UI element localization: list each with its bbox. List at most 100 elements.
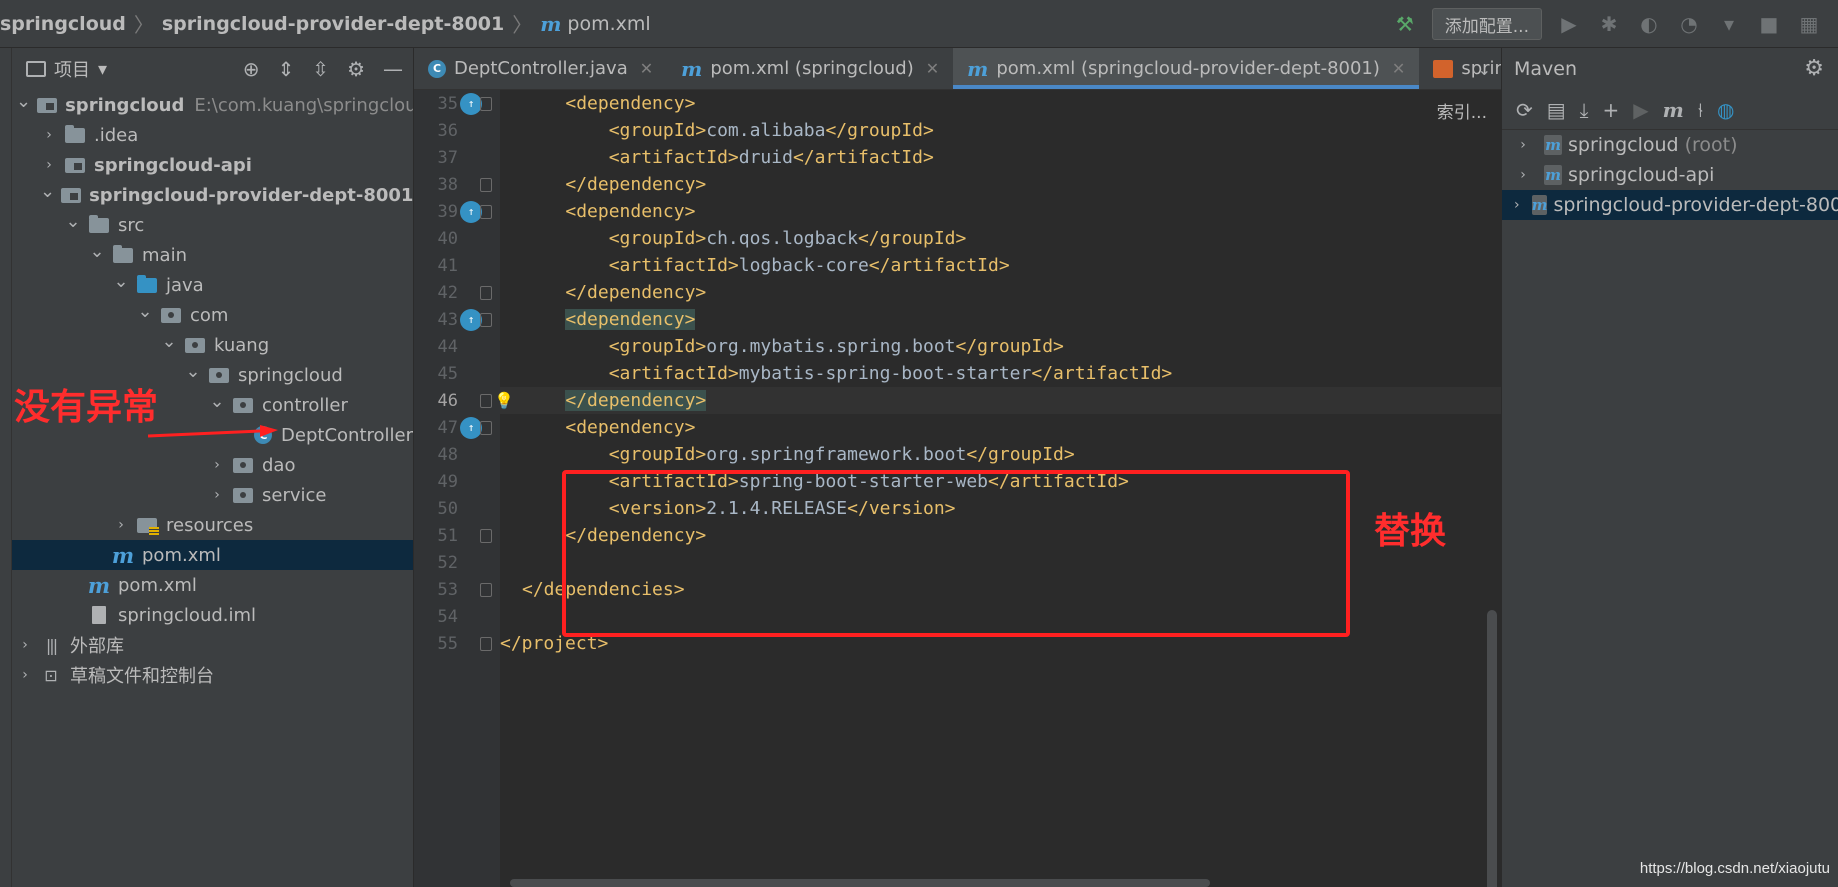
- override-marker-icon[interactable]: ↑: [460, 308, 482, 331]
- debug-icon[interactable]: ✱: [1596, 11, 1622, 37]
- code-line[interactable]: 46 💡 </dependency>: [438, 387, 1501, 414]
- tabs-overflow-chevron-icon[interactable]: ⌄: [1478, 48, 1491, 90]
- fold-marker-icon[interactable]: [480, 96, 492, 111]
- tree-item[interactable]: ⌄ java: [12, 270, 413, 300]
- editor-tab[interactable]: m pom.xml (springcloud-provider-dept-8001…: [953, 48, 1420, 89]
- code-line[interactable]: 39 ↑ <dependency>: [438, 198, 1501, 225]
- chevron-right-icon[interactable]: ›: [1514, 197, 1520, 213]
- project-view-selector[interactable]: 项目 ▾: [26, 56, 107, 82]
- chevron-down-icon[interactable]: ⌄: [88, 241, 106, 262]
- close-icon[interactable]: ✕: [926, 59, 939, 78]
- code-line[interactable]: 45 <artifactId> mybatis-spring-boot-start…: [438, 360, 1501, 387]
- chevron-right-icon[interactable]: ›: [40, 157, 58, 173]
- fold-marker-icon[interactable]: [480, 393, 492, 408]
- toggle-offline-icon[interactable]: ⫮: [1698, 98, 1703, 122]
- code-line[interactable]: 47 ↑ <dependency>: [438, 414, 1501, 441]
- code-line[interactable]: 35 ↑ <dependency>: [438, 90, 1501, 117]
- breadcrumb-project[interactable]: springcloud: [0, 13, 126, 35]
- profile-icon[interactable]: ◔: [1676, 11, 1702, 37]
- chevron-down-icon[interactable]: ⌄: [16, 91, 31, 112]
- intention-bulb-icon[interactable]: 💡: [494, 391, 514, 410]
- tree-item[interactable]: › .idea: [12, 120, 413, 150]
- tree-item[interactable]: ⌄ springcloud-provider-dept-8001: [12, 180, 413, 210]
- close-icon[interactable]: ✕: [640, 59, 653, 78]
- code-line[interactable]: 42 </dependency>: [438, 279, 1501, 306]
- tree-item[interactable]: ⌄ springcloud E:\com.kuang\springcloud: [12, 90, 413, 120]
- add-configuration-button[interactable]: 添加配置...: [1431, 8, 1542, 40]
- horizontal-scrollbar[interactable]: [510, 879, 1210, 887]
- locate-icon[interactable]: ⊕: [243, 57, 260, 81]
- plus-icon[interactable]: +: [1603, 98, 1620, 122]
- gear-icon[interactable]: ⚙: [1804, 56, 1824, 81]
- tree-item[interactable]: ›springcloud.iml: [12, 600, 413, 630]
- fold-marker-icon[interactable]: [480, 582, 492, 597]
- maven-project-item[interactable]: › m springcloud-api: [1502, 160, 1838, 190]
- maven-project-item[interactable]: › m springcloud-provider-dept-8001: [1502, 190, 1838, 220]
- tree-item[interactable]: ⌄ kuang: [12, 330, 413, 360]
- chevron-right-icon[interactable]: ›: [208, 457, 226, 473]
- tree-item[interactable]: ⌄ com: [12, 300, 413, 330]
- vertical-scrollbar[interactable]: [1487, 610, 1497, 887]
- fold-marker-icon[interactable]: [480, 528, 492, 543]
- chevron-down-icon[interactable]: ⌄: [40, 181, 55, 202]
- tree-item[interactable]: › resources: [12, 510, 413, 540]
- chevron-right-icon[interactable]: ›: [16, 637, 34, 653]
- collapse-all-icon[interactable]: ⇳: [312, 57, 329, 81]
- stop-icon[interactable]: ■: [1756, 11, 1782, 37]
- editor-tab[interactable]: C DeptController.java ✕: [414, 48, 667, 89]
- run-icon[interactable]: ▶: [1633, 98, 1648, 122]
- hide-panel-icon[interactable]: —: [383, 57, 403, 81]
- tree-item[interactable]: ⌄ main: [12, 240, 413, 270]
- chevron-right-icon[interactable]: ›: [16, 667, 34, 683]
- editor-tab[interactable]: m pom.xml (springcloud) ✕: [667, 48, 953, 89]
- download-icon[interactable]: ⤓: [1580, 98, 1589, 122]
- tree-item[interactable]: › dao: [12, 450, 413, 480]
- skip-tests-icon[interactable]: ◍: [1717, 98, 1734, 122]
- build-hammer-icon[interactable]: ⚒: [1392, 11, 1418, 37]
- breadcrumb-file[interactable]: m pom.xml: [540, 12, 650, 36]
- code-line[interactable]: 48 <groupId> org.springframework.boot </gr…: [438, 441, 1501, 468]
- chevron-down-icon[interactable]: ⌄: [136, 301, 154, 322]
- code-line[interactable]: 44 <groupId> org.mybatis.spring.boot </gro…: [438, 333, 1501, 360]
- chevron-down-icon[interactable]: ▾: [1716, 11, 1742, 37]
- tree-item[interactable]: ⌄ src: [12, 210, 413, 240]
- chevron-right-icon[interactable]: ›: [208, 487, 226, 503]
- code-line[interactable]: 36 <groupId> com.alibaba </groupId>: [438, 117, 1501, 144]
- tree-item[interactable]: › ||| 外部库: [12, 630, 413, 660]
- expand-all-icon[interactable]: ⇕: [278, 57, 295, 81]
- run-icon[interactable]: ▶: [1556, 11, 1582, 37]
- tree-item[interactable]: ›mpom.xml: [12, 570, 413, 600]
- chevron-down-icon[interactable]: ⌄: [208, 391, 226, 412]
- chevron-right-icon[interactable]: ›: [40, 127, 58, 143]
- close-icon[interactable]: ✕: [1392, 59, 1405, 78]
- chevron-right-icon[interactable]: ›: [112, 517, 130, 533]
- code-line[interactable]: 41 <artifactId> logback-core </artifactId>: [438, 252, 1501, 279]
- reload-icon[interactable]: ⟳: [1516, 98, 1533, 122]
- maven-goal-icon[interactable]: m: [1663, 98, 1684, 122]
- maven-project-item[interactable]: › m springcloud (root): [1502, 130, 1838, 160]
- coverage-icon[interactable]: ◐: [1636, 11, 1662, 37]
- tree-item[interactable]: › ⊡ 草稿文件和控制台: [12, 660, 413, 690]
- fold-marker-icon[interactable]: [480, 204, 492, 219]
- chevron-down-icon[interactable]: ⌄: [64, 211, 82, 232]
- fold-marker-icon[interactable]: [480, 636, 492, 651]
- fold-marker-icon[interactable]: [480, 420, 492, 435]
- chevron-down-icon[interactable]: ⌄: [112, 271, 130, 292]
- tree-item[interactable]: › service: [12, 480, 413, 510]
- fold-marker-icon[interactable]: [480, 285, 492, 300]
- gear-icon[interactable]: ⚙: [347, 57, 365, 81]
- breadcrumb-module[interactable]: springcloud-provider-dept-8001: [162, 13, 504, 35]
- tree-item[interactable]: ›mpom.xml: [12, 540, 413, 570]
- code-line[interactable]: 43 ↑ <dependency>: [438, 306, 1501, 333]
- code-line[interactable]: 37 <artifactId> druid </artifactId>: [438, 144, 1501, 171]
- code-line[interactable]: 40 <groupId> ch.qos.logback </groupId>: [438, 225, 1501, 252]
- project-structure-icon[interactable]: ▦: [1796, 11, 1822, 37]
- add-project-icon[interactable]: ▤: [1547, 98, 1566, 122]
- chevron-down-icon[interactable]: ⌄: [184, 361, 202, 382]
- fold-marker-icon[interactable]: [480, 177, 492, 192]
- chevron-right-icon[interactable]: ›: [1514, 167, 1532, 183]
- chevron-right-icon[interactable]: ›: [1514, 137, 1532, 153]
- override-marker-icon[interactable]: ↑: [460, 416, 482, 439]
- tree-item[interactable]: › springcloud-api: [12, 150, 413, 180]
- code-line[interactable]: 38 </dependency>: [438, 171, 1501, 198]
